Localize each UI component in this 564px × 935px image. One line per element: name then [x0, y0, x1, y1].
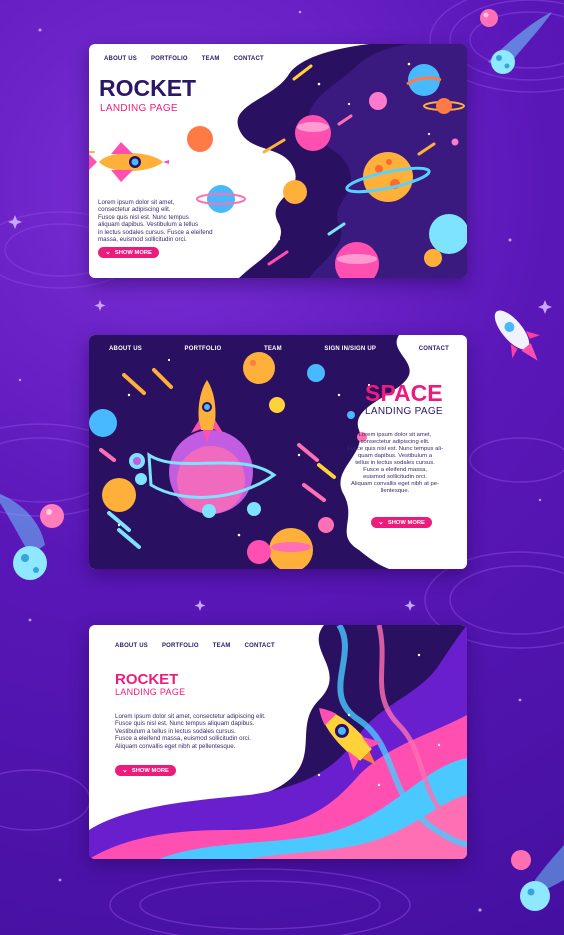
- chevron-down-icon: ⌄: [378, 519, 384, 526]
- nav-sign-in[interactable]: SIGN IN/SIGN UP: [324, 346, 376, 352]
- nav-bar: ABOUT US PORTFOLIO TEAM CONTACT: [115, 643, 275, 649]
- nav-about-us[interactable]: ABOUT US: [115, 643, 148, 649]
- chevron-down-icon: ⌄: [122, 767, 128, 774]
- background-rocket-icon: [494, 310, 540, 361]
- nav-portfolio[interactable]: PORTFOLIO: [185, 346, 222, 352]
- nav-portfolio[interactable]: PORTFOLIO: [162, 643, 199, 649]
- landing-card-rocket: ABOUT US PORTFOLIO TEAM CONTACT ROCKET L…: [89, 44, 467, 278]
- landing-card-space: ABOUT US PORTFOLIO TEAM SIGN IN/SIGN UP …: [89, 335, 467, 569]
- hero-subtitle: LANDING PAGE: [115, 687, 186, 697]
- hero-title: ROCKET: [99, 75, 197, 101]
- show-more-label: SHOW MORE: [114, 249, 152, 256]
- show-more-button[interactable]: ⌄ SHOW MORE: [115, 765, 176, 776]
- nav-contact[interactable]: CONTACT: [419, 346, 449, 352]
- nav-bar: ABOUT US PORTFOLIO TEAM SIGN IN/SIGN UP …: [109, 346, 449, 352]
- show-more-button[interactable]: ⌄ SHOW MORE: [98, 247, 159, 258]
- nav-contact[interactable]: CONTACT: [245, 643, 275, 649]
- nav-about-us[interactable]: ABOUT US: [104, 56, 137, 62]
- nav-team[interactable]: TEAM: [202, 56, 220, 62]
- nav-about-us[interactable]: ABOUT US: [109, 346, 142, 352]
- rocket-icon: [89, 142, 169, 182]
- nav-team[interactable]: TEAM: [264, 346, 282, 352]
- show-more-label: SHOW MORE: [131, 767, 169, 774]
- nav-portfolio[interactable]: PORTFOLIO: [151, 56, 188, 62]
- hero-subtitle: LANDING PAGE: [100, 103, 178, 114]
- hero-subtitle: LANDING PAGE: [365, 406, 443, 417]
- show-more-label: SHOW MORE: [387, 519, 425, 526]
- hero-title: ROCKET: [115, 671, 179, 688]
- nav-contact[interactable]: CONTACT: [234, 56, 264, 62]
- hero-body-text: Lorem ipsum dolor sit amet, consectetur …: [115, 713, 266, 750]
- landing-card-rocket-waves: ABOUT US PORTFOLIO TEAM CONTACT ROCKET L…: [89, 625, 467, 859]
- hero-body-text: Lorem ipsum dolor sit amet, consectetur a…: [347, 432, 443, 494]
- hero-body-text: Lorem ipsum dolor sit amet, consectetur a…: [98, 199, 213, 244]
- nav-team[interactable]: TEAM: [213, 643, 231, 649]
- nav-bar: ABOUT US PORTFOLIO TEAM CONTACT: [104, 56, 264, 62]
- show-more-button[interactable]: ⌄ SHOW MORE: [371, 517, 432, 528]
- chevron-down-icon: ⌄: [105, 249, 111, 256]
- hero-title: SPACE: [365, 380, 443, 406]
